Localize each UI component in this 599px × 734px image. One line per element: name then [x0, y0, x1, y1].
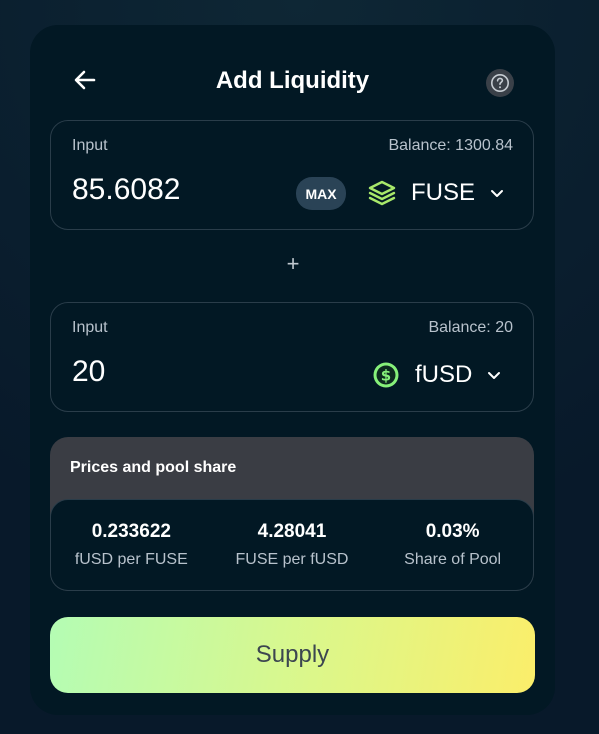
page-background: Add Liquidity Input Balance: 1300.84 MAX [0, 0, 599, 734]
input-label: Input [72, 319, 108, 336]
plus-separator: + [286, 251, 300, 276]
token-selector-a[interactable]: FUSE [367, 175, 505, 211]
stat-item: 0.03% Share of Pool [378, 521, 528, 569]
token-name: fUSD [415, 361, 473, 388]
stat-value: 0.03% [425, 521, 480, 542]
stat-label: FUSE per fUSD [235, 551, 349, 568]
balance-text: Balance: 1300.84 [388, 137, 513, 154]
input-label: Input [72, 137, 108, 154]
question-circle-icon [491, 74, 509, 92]
stat-item: 0.233622 fUSD per FUSE [56, 521, 206, 569]
stat-item: 4.28041 FUSE per fUSD [217, 521, 367, 569]
token-name: FUSE [411, 179, 476, 206]
stat-label: fUSD per FUSE [74, 551, 188, 568]
max-button[interactable]: MAX [296, 177, 346, 210]
chevron-down-icon [488, 372, 501, 379]
fuse-stack-icon [367, 178, 397, 208]
chevron-down-icon [491, 190, 504, 197]
stat-value: 0.233622 [91, 521, 171, 542]
fusd-dollar-icon: $ [371, 360, 401, 390]
header: Add Liquidity [30, 25, 555, 135]
prices-title: Prices and pool share [70, 459, 237, 476]
page-title: Add Liquidity [215, 67, 370, 94]
add-liquidity-card: Add Liquidity Input Balance: 1300.84 MAX [30, 25, 555, 715]
supply-button[interactable]: Supply [50, 617, 535, 693]
prices-stats: 0.233622 fUSD per FUSE 4.28041 FUSE per … [50, 499, 534, 591]
stat-label: Share of Pool [404, 551, 502, 568]
amount-input-b[interactable] [72, 355, 272, 389]
amount-input-a[interactable] [72, 173, 272, 207]
balance-text: Balance: 20 [428, 319, 513, 336]
prices-panel: Prices and pool share 0.233622 fUSD per … [50, 437, 534, 591]
help-button[interactable] [486, 69, 514, 97]
input-panel-b: Input Balance: 20 $ fUSD [50, 302, 534, 412]
token-selector-b[interactable]: $ fUSD [371, 357, 502, 393]
input-panel-a: Input Balance: 1300.84 MAX FUSE [50, 120, 534, 230]
stat-value: 4.28041 [257, 521, 327, 542]
svg-text:$: $ [381, 367, 391, 385]
